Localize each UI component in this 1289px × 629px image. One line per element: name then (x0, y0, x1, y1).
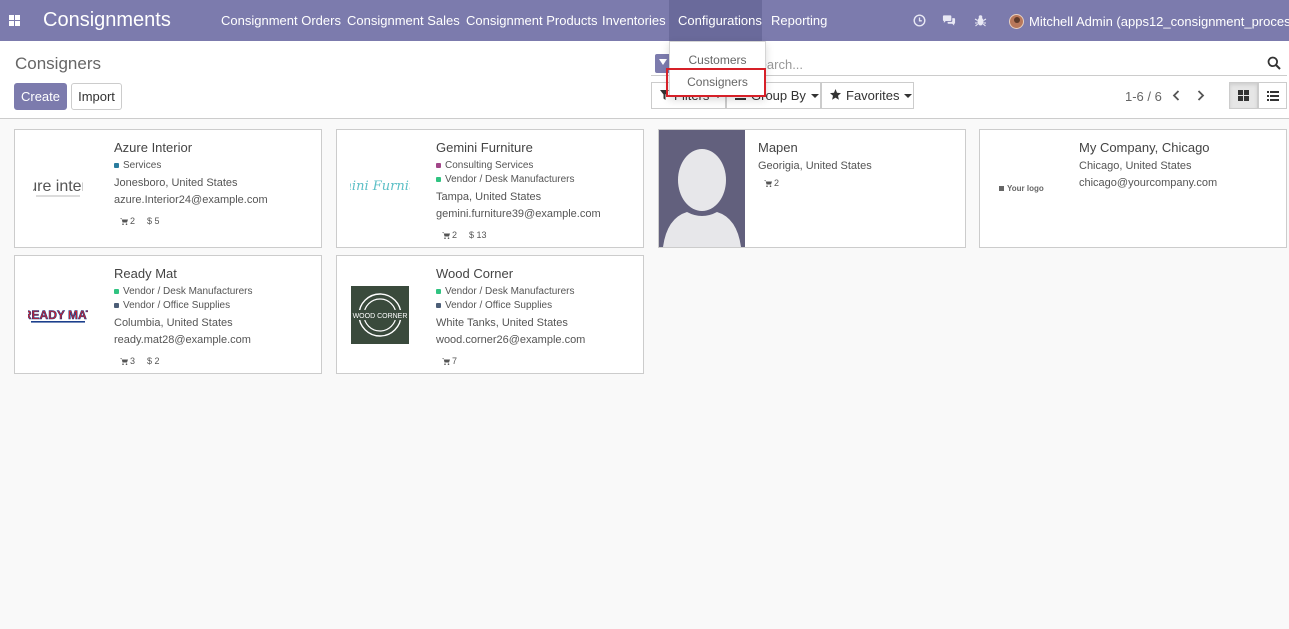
logo-text: azure interior (33, 178, 83, 195)
create-button[interactable]: Create (14, 83, 67, 110)
cart-icon (442, 357, 450, 365)
logo-text: gemini Furniture (350, 179, 410, 194)
tag: Vendor / Office Supplies (114, 298, 313, 312)
favorites-label: Favorites (846, 88, 900, 103)
partner-card[interactable]: Mapen Georigia, United States 2 (658, 129, 966, 248)
tag: Vendor / Desk Manufacturers (114, 284, 313, 298)
partner-email: azure.Interior24@example.com (114, 194, 268, 206)
menu-reporting[interactable]: Reporting (762, 0, 836, 41)
partner-name: Azure Interior (114, 140, 193, 155)
clock-icon[interactable] (912, 12, 926, 28)
logo-text: READY MAT (28, 308, 88, 322)
company-logo: azure interior (15, 130, 101, 247)
company-logo: Your logo (980, 130, 1066, 247)
sales-amount: $ 2 (147, 356, 160, 366)
kanban-view-icon[interactable] (1229, 82, 1258, 109)
stats: 3 $ 2 (114, 355, 313, 367)
partner-card[interactable]: gemini Furniture Gemini Furniture Consul… (336, 129, 644, 248)
tag: Vendor / Desk Manufacturers (436, 172, 635, 186)
cart-icon (442, 231, 450, 239)
menu-configurations[interactable]: Configurations (669, 0, 762, 41)
partner-address: White Tanks, United States (436, 317, 568, 329)
partner-card[interactable]: Your logo My Company, Chicago Chicago, U… (979, 129, 1287, 248)
company-logo: gemini Furniture (337, 130, 423, 247)
breadcrumb: Consigners (15, 54, 101, 73)
tag: Vendor / Office Supplies (436, 298, 635, 312)
cart-icon (120, 357, 128, 365)
orders-count: 2 (774, 178, 780, 188)
partner-card[interactable]: WOOD CORNER Wood Corner Vendor / Desk Ma… (336, 255, 644, 374)
orders-count: 2 (130, 216, 136, 226)
partner-email: gemini.furniture39@example.com (436, 208, 601, 220)
search-icon[interactable] (1267, 56, 1281, 70)
partner-name: My Company, Chicago (1079, 140, 1210, 155)
search-input[interactable] (751, 55, 1261, 73)
favorites-button[interactable]: Favorites (821, 82, 914, 109)
menu-consignment-sales[interactable]: Consignment Sales (338, 0, 469, 41)
sales-amount: $ 5 (147, 216, 160, 226)
partner-email: chicago@yourcompany.com (1079, 177, 1218, 189)
tag: Vendor / Desk Manufacturers (436, 284, 635, 298)
app-brand[interactable]: Consignments (43, 9, 171, 32)
user-name: Mitchell Admin (apps12_consignment_proce… (1029, 13, 1289, 29)
partner-email: wood.corner26@example.com (436, 334, 586, 346)
top-navbar: Consignments Consignment Orders Consignm… (0, 0, 1289, 41)
company-logo: READY MAT (15, 256, 101, 373)
partner-name: Gemini Furniture (436, 140, 533, 155)
orders-count: 7 (452, 356, 458, 366)
chevron-down-icon (904, 93, 913, 98)
partner-email: ready.mat28@example.com (114, 334, 251, 346)
partner-name: Mapen (758, 140, 798, 155)
orders-count: 3 (130, 356, 136, 366)
partner-name: Ready Mat (114, 266, 177, 281)
star-icon (830, 88, 841, 103)
stats: 2 $ 5 (114, 215, 313, 227)
tag: Services (114, 158, 313, 172)
partner-name: Wood Corner (436, 266, 514, 281)
cart-icon (764, 179, 772, 187)
chevron-down-icon (810, 93, 819, 98)
company-logo: WOOD CORNER (337, 256, 423, 373)
partner-address: Tampa, United States (436, 191, 542, 203)
chat-icon[interactable] (942, 12, 956, 28)
partner-card[interactable]: azure interior Azure Interior Services J… (14, 129, 322, 248)
avatar (1009, 13, 1024, 29)
control-panel: Consigners Create Import Filters Group B… (0, 41, 1289, 119)
tag: Consulting Services (436, 158, 635, 172)
cart-icon (120, 217, 128, 225)
logo-text: WOOD CORNER (353, 313, 408, 320)
logo-text: Your logo (1007, 184, 1044, 193)
import-button[interactable]: Import (71, 83, 122, 110)
sales-amount: $ 13 (469, 230, 487, 240)
stats: 2 $ 13 (436, 229, 635, 241)
partner-card[interactable]: READY MAT Ready Mat Vendor / Desk Manufa… (14, 255, 322, 374)
orders-count: 2 (452, 230, 458, 240)
user-menu[interactable]: Mitchell Admin (apps12_consignment_proce… (1009, 12, 1289, 30)
stats: 2 (758, 177, 957, 189)
bug-icon[interactable] (973, 12, 987, 28)
partner-address: Chicago, United States (1079, 160, 1192, 172)
stats: 7 (436, 355, 635, 367)
partner-address: Georigia, United States (758, 160, 872, 172)
chevron-right-icon[interactable] (1194, 88, 1208, 102)
chevron-left-icon[interactable] (1169, 88, 1183, 102)
menu-consignment-products[interactable]: Consignment Products (457, 0, 607, 41)
list-view-icon[interactable] (1258, 82, 1287, 109)
menu-inventories[interactable]: Inventories (593, 0, 675, 41)
apps-grid-icon[interactable] (9, 15, 20, 26)
avatar (659, 130, 745, 247)
pager-value[interactable]: 1-6 / 6 (1125, 89, 1162, 104)
partner-address: Columbia, United States (114, 317, 233, 329)
partner-address: Jonesboro, United States (114, 177, 238, 189)
menu-consignment-orders[interactable]: Consignment Orders (212, 0, 350, 41)
highlight-box (666, 68, 766, 97)
